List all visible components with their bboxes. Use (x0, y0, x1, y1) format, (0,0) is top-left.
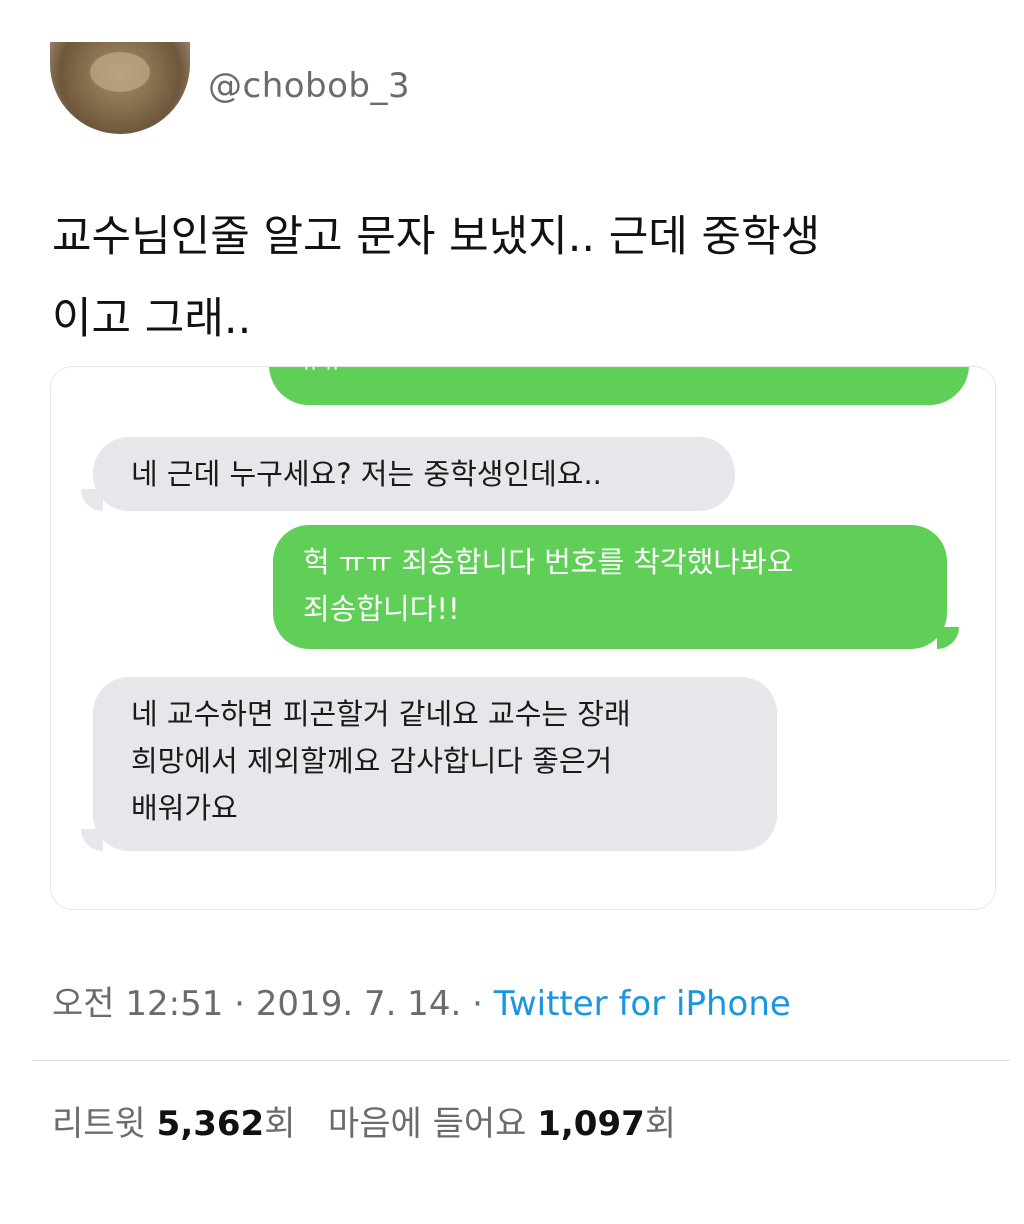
tweet-date[interactable]: 2019. 7. 14. (256, 984, 461, 1024)
meta-separator: · (461, 984, 494, 1024)
source-link[interactable]: Twitter for iPhone (494, 984, 791, 1024)
avatar[interactable] (50, 42, 190, 134)
message-text: 네 교수하면 피곤할거 같네요 교수는 장래 희망에서 제외할께요 감사합니다 … (131, 697, 631, 825)
tweet-time[interactable]: 오전 12:51 (52, 984, 223, 1024)
bubble-tail (937, 627, 959, 649)
message-bubble-outgoing-cut: ㅠㅠ (269, 367, 969, 405)
message-text: 네 근데 누구세요? 저는 중학생인데요.. (131, 457, 602, 491)
tweet-meta: 오전 12:51 · 2019. 7. 14. · Twitter for iP… (52, 976, 791, 1025)
retweet-unit: 회 (264, 1104, 296, 1144)
bubble-tail (81, 829, 103, 851)
embedded-screenshot[interactable]: ㅠㅠ 네 근데 누구세요? 저는 중학생인데요.. 헉 ㅠㅠ 죄송합니다 번호를… (50, 366, 996, 910)
like-count: 1,097 (537, 1104, 645, 1144)
avatar-image (90, 52, 150, 92)
meta-separator: · (223, 984, 256, 1024)
bubble-tail (81, 489, 103, 511)
author-handle[interactable]: @chobob_3 (208, 66, 410, 106)
retweet-label: 리트윗 (52, 1104, 146, 1144)
like-label: 마음에 들어요 (327, 1104, 527, 1144)
message-text: ㅠㅠ (299, 367, 343, 387)
message-bubble-incoming: 네 근데 누구세요? 저는 중학생인데요.. (93, 437, 735, 511)
like-unit: 회 (644, 1104, 677, 1144)
like-stat[interactable]: 마음에 들어요 1,097회 (328, 1104, 676, 1144)
retweet-stat[interactable]: 리트윗 5,362회 (52, 1104, 295, 1144)
message-bubble-incoming: 네 교수하면 피곤할거 같네요 교수는 장래 희망에서 제외할께요 감사합니다 … (93, 677, 777, 851)
divider (32, 1060, 1010, 1061)
message-text: 헉 ㅠㅠ 죄송합니다 번호를 착각했나봐요 죄송합니다!! (303, 545, 794, 626)
message-bubble-outgoing: 헉 ㅠㅠ 죄송합니다 번호를 착각했나봐요 죄송합니다!! (273, 525, 947, 649)
tweet-text: 교수님인줄 알고 문자 보냈지.. 근데 중학생 이고 그래.. (52, 212, 821, 344)
retweet-count: 5,362 (156, 1104, 265, 1144)
tweet-stats: 리트윗 5,362회 마음에 들어요 1,097회 (52, 1096, 676, 1145)
